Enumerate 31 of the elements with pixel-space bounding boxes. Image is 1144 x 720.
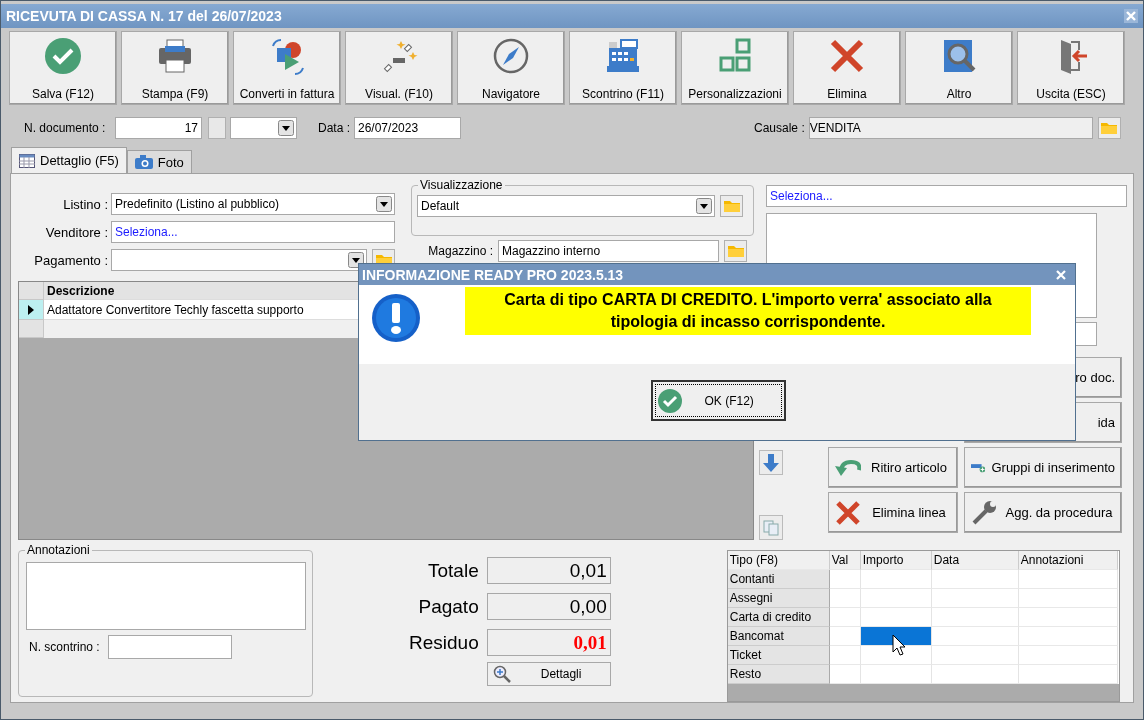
causale-field: VENDITA (808, 117, 1093, 139)
total-value: 0,01 (486, 629, 611, 656)
row-header: Carta di credito (727, 608, 830, 627)
column-header: Val (829, 551, 861, 570)
field-label: Venditore : (44, 224, 109, 240)
dialog-message: Carta di tipo CARTA DI CREDITO. L'importo verra' associato alla tipologia di incasso corrispondente. (465, 287, 1031, 335)
field-label: N. scontrino : (29, 640, 100, 654)
group-title: Annotazioni (25, 543, 92, 557)
row-header: Assegni (727, 589, 830, 608)
window-title: RICEVUTA DI CASSA N. 17 del 26/07/2023 (6, 8, 282, 24)
field-label: Magazzino : (427, 244, 494, 258)
total-label: Residuo (409, 631, 479, 654)
dialog-title: INFORMAZIONE READY PRO 2023.5.13 (362, 266, 624, 283)
total-value: 0,01 (486, 557, 611, 584)
total-label: Totale (428, 559, 479, 582)
field-label: Data : (318, 121, 350, 135)
field-label: N. documento : (24, 121, 107, 135)
field-label: Causale : (754, 121, 805, 135)
column-header: Importo (860, 551, 932, 570)
total-label: Pagato (418, 595, 479, 618)
row-header: Contanti (727, 570, 830, 589)
row-header: Bancomat (727, 627, 830, 646)
column-header: Data (931, 551, 1019, 570)
column-header: Annotazioni (1018, 551, 1118, 570)
group-title: Visualizzazione (418, 178, 505, 192)
row-header: Ticket (727, 646, 830, 665)
column-header: Tipo (F8) (727, 551, 830, 570)
field-label: Pagamento : (33, 252, 109, 268)
field-label: Listino : (62, 196, 109, 212)
row-header: Resto (727, 665, 830, 684)
total-value: 0,00 (486, 593, 611, 620)
